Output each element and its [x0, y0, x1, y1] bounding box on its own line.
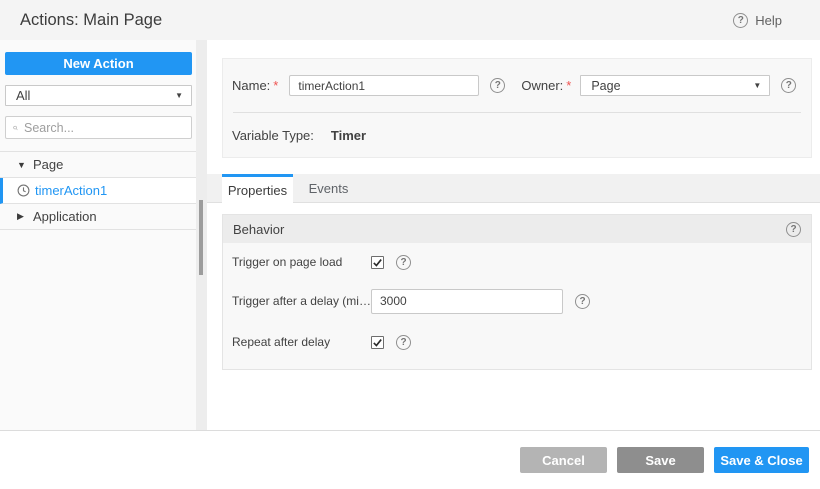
- header-help-button[interactable]: ? Help: [733, 12, 782, 28]
- help-icon[interactable]: ?: [733, 12, 749, 28]
- repeat-after-delay-checkbox[interactable]: [371, 335, 384, 349]
- save-button[interactable]: Save: [617, 447, 704, 473]
- required-marker: *: [273, 78, 279, 93]
- save-and-close-button[interactable]: Save & Close: [714, 447, 809, 473]
- search-icon: [13, 125, 18, 130]
- name-input[interactable]: [289, 75, 480, 96]
- editor-tabs: Properties Events: [207, 174, 820, 203]
- chevron-down-icon: ▼: [753, 81, 762, 90]
- caret-down-icon[interactable]: ▼: [17, 160, 28, 170]
- name-help-icon[interactable]: ?: [490, 78, 506, 93]
- owner-dropdown[interactable]: Page ▼: [580, 75, 771, 96]
- trigger-on-page-load-help-icon[interactable]: ?: [396, 254, 411, 270]
- dialog-header: Actions: Main Page ? Help: [0, 0, 820, 40]
- tree-item-label: Page: [33, 157, 64, 172]
- tree-item-label: timerAction1: [35, 183, 108, 198]
- dialog-footer: Cancel Save Save & Close: [0, 430, 820, 489]
- behavior-section-title: Behavior: [233, 221, 285, 237]
- action-editor: Name: * ? Owner: * Page ▼ ? Variable Typ…: [207, 40, 820, 430]
- delay-milliseconds-input[interactable]: [371, 288, 563, 314]
- field-label: Trigger on page load: [232, 255, 343, 269]
- actions-dialog: Actions: Main Page ? Help New Action All…: [0, 0, 820, 489]
- tree-item-page[interactable]: ▼ Page: [0, 152, 196, 178]
- delay-help-icon[interactable]: ?: [575, 293, 590, 309]
- tree-item-application[interactable]: ▶ Application: [0, 204, 196, 230]
- field-label: Trigger after a delay (millisec...: [232, 294, 371, 308]
- behavior-section: Behavior ? Trigger on page load ? Trigge…: [222, 214, 812, 370]
- caret-right-icon[interactable]: ▶: [17, 211, 28, 222]
- actions-sidebar: New Action All ▼ ▼ Page: [0, 40, 207, 430]
- tab-properties[interactable]: Properties: [222, 174, 293, 203]
- help-label[interactable]: Help: [755, 13, 782, 28]
- behavior-row-trigger-on-load: Trigger on page load ?: [223, 245, 811, 279]
- chevron-down-icon: ▼: [175, 91, 183, 100]
- sidebar-scrollbar-track[interactable]: [196, 40, 207, 430]
- repeat-after-delay-help-icon[interactable]: ?: [396, 334, 411, 350]
- sidebar-scrollbar-thumb[interactable]: [199, 200, 203, 275]
- tree-item-timeraction1[interactable]: timerAction1: [0, 178, 196, 204]
- checkmark-icon: [373, 338, 382, 347]
- search-input[interactable]: [24, 120, 185, 135]
- search-box[interactable]: [5, 116, 192, 139]
- field-label: Repeat after delay: [232, 335, 331, 349]
- filter-dropdown-value: All: [16, 88, 31, 103]
- new-action-button[interactable]: New Action: [5, 52, 192, 75]
- checkmark-icon: [373, 258, 382, 267]
- tab-events[interactable]: Events: [293, 174, 364, 202]
- owner-dropdown-value: Page: [591, 78, 621, 93]
- behavior-row-delay: Trigger after a delay (millisec... ?: [223, 279, 811, 323]
- action-summary-panel: Name: * ? Owner: * Page ▼ ? Variable Typ…: [222, 58, 812, 158]
- owner-help-icon[interactable]: ?: [781, 78, 797, 93]
- tree-item-label: Application: [33, 209, 97, 224]
- behavior-help-icon[interactable]: ?: [786, 221, 801, 237]
- variable-type-label: Variable Type:: [232, 127, 314, 143]
- name-label: Name:: [232, 78, 271, 93]
- owner-label: Owner:: [521, 78, 564, 93]
- required-marker: *: [566, 78, 572, 93]
- filter-dropdown[interactable]: All ▼: [5, 85, 192, 106]
- variable-type-value: Timer: [330, 127, 367, 143]
- cancel-button[interactable]: Cancel: [520, 447, 607, 473]
- behavior-row-repeat: Repeat after delay ?: [223, 323, 811, 361]
- clock-icon: [17, 184, 30, 197]
- trigger-on-page-load-checkbox[interactable]: [371, 255, 384, 269]
- actions-tree: ▼ Page timerAction1 ▶ Application: [0, 151, 196, 230]
- page-title: Actions: Main Page: [20, 10, 163, 29]
